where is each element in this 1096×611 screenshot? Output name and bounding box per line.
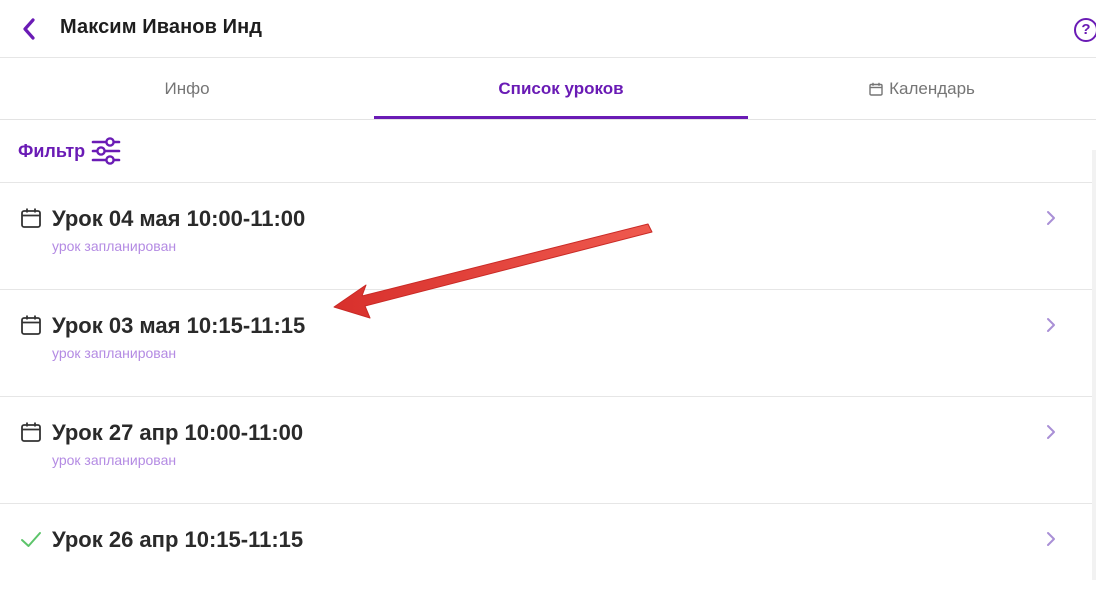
- check-icon: [21, 532, 41, 547]
- scrollbar-track[interactable]: [1092, 150, 1096, 580]
- chevron-right-icon: [1047, 318, 1055, 332]
- lesson-status: урок запланирован: [52, 345, 177, 361]
- filter-button[interactable]: Фильтр: [18, 137, 121, 165]
- page-title: Максим Иванов Инд: [60, 16, 263, 38]
- calendar-icon: [21, 315, 41, 335]
- lesson-status: урок запланирован: [52, 238, 177, 254]
- chevron-right-icon: [1047, 532, 1055, 546]
- tab-bar: Инфо Список уроков Календарь: [0, 58, 1096, 120]
- calendar-icon: [21, 208, 41, 228]
- lesson-item[interactable]: Урок 04 мая 10:00-11:00 урок запланирова…: [0, 183, 1096, 290]
- chevron-right-icon: [1047, 211, 1055, 225]
- lesson-title: Урок 27 апр 10:00-11:00: [52, 420, 304, 445]
- chevron-left-icon: [23, 18, 35, 40]
- filter-bar: Фильтр: [0, 120, 1096, 183]
- lesson-title: Урок 03 мая 10:15-11:15: [52, 313, 306, 338]
- lesson-title: Урок 26 апр 10:15-11:15: [52, 527, 304, 552]
- tab-label: Инфо: [164, 78, 210, 98]
- calendar-icon: [869, 82, 883, 96]
- lesson-status: урок запланирован: [52, 452, 177, 468]
- lesson-item[interactable]: Урок 26 апр 10:15-11:15: [0, 504, 1096, 611]
- tab-label: Список уроков: [498, 78, 624, 98]
- tab-info[interactable]: Инфо: [0, 58, 374, 119]
- lesson-item[interactable]: Урок 03 мая 10:15-11:15 урок запланирова…: [0, 290, 1096, 397]
- help-button[interactable]: ?: [1074, 18, 1096, 42]
- back-button[interactable]: [14, 14, 44, 44]
- tab-lesson-list[interactable]: Список уроков: [374, 58, 748, 119]
- tab-label: Календарь: [889, 78, 975, 98]
- calendar-icon: [21, 422, 41, 442]
- chevron-right-icon: [1047, 425, 1055, 439]
- lesson-title: Урок 04 мая 10:00-11:00: [52, 206, 306, 231]
- sliders-icon: [91, 137, 121, 165]
- filter-label: Фильтр: [18, 140, 86, 161]
- app-header: Максим Иванов Инд ?: [0, 0, 1096, 58]
- lesson-item[interactable]: Урок 27 апр 10:00-11:00 урок запланирова…: [0, 397, 1096, 504]
- tab-calendar[interactable]: Календарь: [748, 58, 1096, 119]
